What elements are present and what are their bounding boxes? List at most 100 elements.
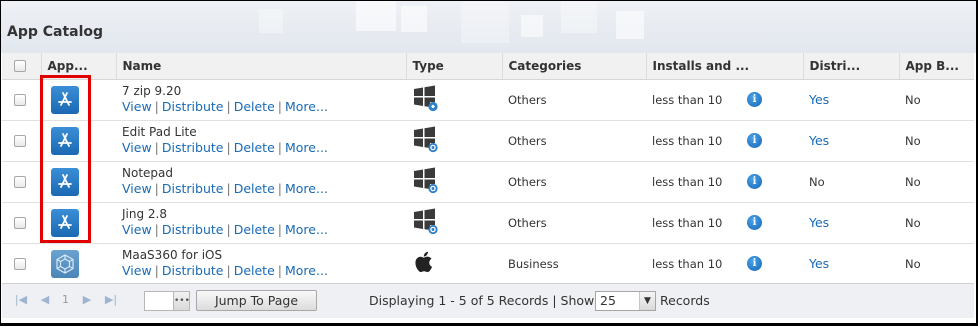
category-text: Others (502, 161, 646, 203)
select-all-cell (2, 53, 42, 80)
category-text: Others (502, 120, 646, 162)
page-picker-icon[interactable]: ••• (173, 292, 190, 310)
more-link[interactable]: More... (285, 99, 328, 114)
page-size-value: 25 (600, 293, 616, 308)
row-actions: View | Distribute | Delete | More... (122, 181, 328, 196)
previous-page-icon[interactable]: ◀ (38, 293, 52, 307)
first-page-icon[interactable]: |◀ (14, 293, 28, 307)
installs-text: less than 10 (652, 174, 723, 189)
page-number-input[interactable]: ••• (144, 291, 190, 311)
pagination-bar: |◀ ◀ 1 ▶ ▶| ••• Jump To Page Displaying … (2, 283, 974, 318)
row-checkbox[interactable] (14, 176, 26, 188)
category-text: Others (502, 79, 646, 121)
more-link[interactable]: More... (285, 263, 328, 278)
maas360-app-icon[interactable] (51, 249, 79, 278)
app-b-text: No (899, 202, 974, 244)
row-checkbox[interactable] (14, 217, 26, 229)
delete-link[interactable]: Delete (234, 140, 275, 155)
records-label: Records (660, 293, 710, 308)
displaying-records-text: Displaying 1 - 5 of 5 Records | Show (369, 293, 595, 308)
app-name: Notepad (122, 166, 173, 180)
app-store-icon[interactable] (51, 85, 79, 114)
distributed-link[interactable]: Yes (809, 133, 829, 148)
column-header-app[interactable]: App... (41, 53, 117, 80)
windows-type-icon (414, 208, 438, 235)
delete-link[interactable]: Delete (234, 181, 275, 196)
jump-to-page-button[interactable]: Jump To Page (196, 290, 317, 311)
app-b-text: No (899, 243, 974, 285)
info-icon[interactable]: i (747, 133, 762, 148)
view-link[interactable]: View (122, 222, 152, 237)
installs-text: less than 10 (652, 133, 723, 148)
table-row[interactable]: Edit Pad Lite View | Distribute | Delete | Mor… (2, 120, 974, 162)
table-row[interactable]: Jing 2.8 View | Distribute | Delete | More... … (2, 202, 974, 244)
table-row[interactable]: Notepad View | Distribute | Delete | More... O… (2, 161, 974, 203)
select-all-checkbox[interactable] (14, 60, 26, 73)
app-name: Jing 2.8 (122, 207, 167, 221)
windows-type-icon (414, 167, 438, 194)
app-store-icon[interactable] (51, 208, 79, 237)
page-size-select[interactable]: 25 ▼ (595, 291, 656, 311)
current-page-number: 1 (62, 293, 69, 306)
info-icon[interactable]: i (747, 92, 762, 107)
app-store-icon[interactable] (51, 167, 79, 196)
delete-link[interactable]: Delete (234, 99, 275, 114)
view-link[interactable]: View (122, 99, 152, 114)
distributed-link[interactable]: Yes (809, 92, 829, 107)
category-text: Business (502, 243, 646, 285)
table-row[interactable]: MaaS360 for iOS View | Distribute | Delete | M… (2, 243, 974, 285)
more-link[interactable]: More... (285, 222, 328, 237)
header-band (1, 1, 976, 53)
app-store-icon[interactable] (51, 126, 79, 155)
windows-type-icon (414, 85, 438, 112)
app-name: 7 zip 9.20 (122, 84, 182, 98)
column-header-type[interactable]: Type (406, 53, 503, 80)
row-checkbox[interactable] (14, 258, 26, 270)
app-b-text: No (899, 120, 974, 162)
page-title: App Catalog (7, 24, 104, 40)
distributed-text: No (803, 161, 899, 203)
delete-link[interactable]: Delete (234, 263, 275, 278)
windows-type-icon (414, 126, 438, 153)
row-actions: View | Distribute | Delete | More... (122, 99, 328, 114)
app-b-text: No (899, 161, 974, 203)
row-checkbox[interactable] (14, 135, 26, 147)
info-icon[interactable]: i (747, 256, 762, 271)
last-page-icon[interactable]: ▶| (104, 293, 118, 307)
table-row[interactable]: 7 zip 9.20 View | Distribute | Delete | More..… (2, 79, 974, 121)
chevron-down-icon[interactable]: ▼ (639, 292, 655, 310)
column-header-distributed[interactable]: Distri... (803, 53, 900, 80)
app-name: Edit Pad Lite (122, 125, 197, 139)
table-header-row: App... Name Type Categories Installs and… (2, 53, 974, 80)
distributed-link[interactable]: Yes (809, 215, 829, 230)
info-icon[interactable]: i (747, 215, 762, 230)
info-icon[interactable]: i (747, 174, 762, 189)
more-link[interactable]: More... (285, 140, 328, 155)
category-text: Others (502, 202, 646, 244)
column-header-categories[interactable]: Categories (502, 53, 647, 80)
distribute-link[interactable]: Distribute (162, 99, 224, 114)
delete-link[interactable]: Delete (234, 222, 275, 237)
row-actions: View | Distribute | Delete | More... (122, 263, 328, 278)
distribute-link[interactable]: Distribute (162, 263, 224, 278)
apple-type-icon (415, 251, 432, 273)
row-checkbox[interactable] (14, 94, 26, 106)
app-table: App... Name Type Categories Installs and… (2, 53, 974, 285)
column-header-name[interactable]: Name (116, 53, 407, 80)
view-link[interactable]: View (122, 263, 152, 278)
next-page-icon[interactable]: ▶ (80, 293, 94, 307)
distribute-link[interactable]: Distribute (162, 140, 224, 155)
distributed-link[interactable]: Yes (809, 256, 829, 271)
row-actions: View | Distribute | Delete | More... (122, 222, 328, 237)
column-header-installs[interactable]: Installs and ... (646, 53, 804, 80)
installs-text: less than 10 (652, 256, 723, 271)
installs-text: less than 10 (652, 92, 723, 107)
more-link[interactable]: More... (285, 181, 328, 196)
row-actions: View | Distribute | Delete | More... (122, 140, 328, 155)
installs-text: less than 10 (652, 215, 723, 230)
view-link[interactable]: View (122, 181, 152, 196)
distribute-link[interactable]: Distribute (162, 181, 224, 196)
view-link[interactable]: View (122, 140, 152, 155)
column-header-app-b[interactable]: App B... (899, 53, 974, 80)
distribute-link[interactable]: Distribute (162, 222, 224, 237)
